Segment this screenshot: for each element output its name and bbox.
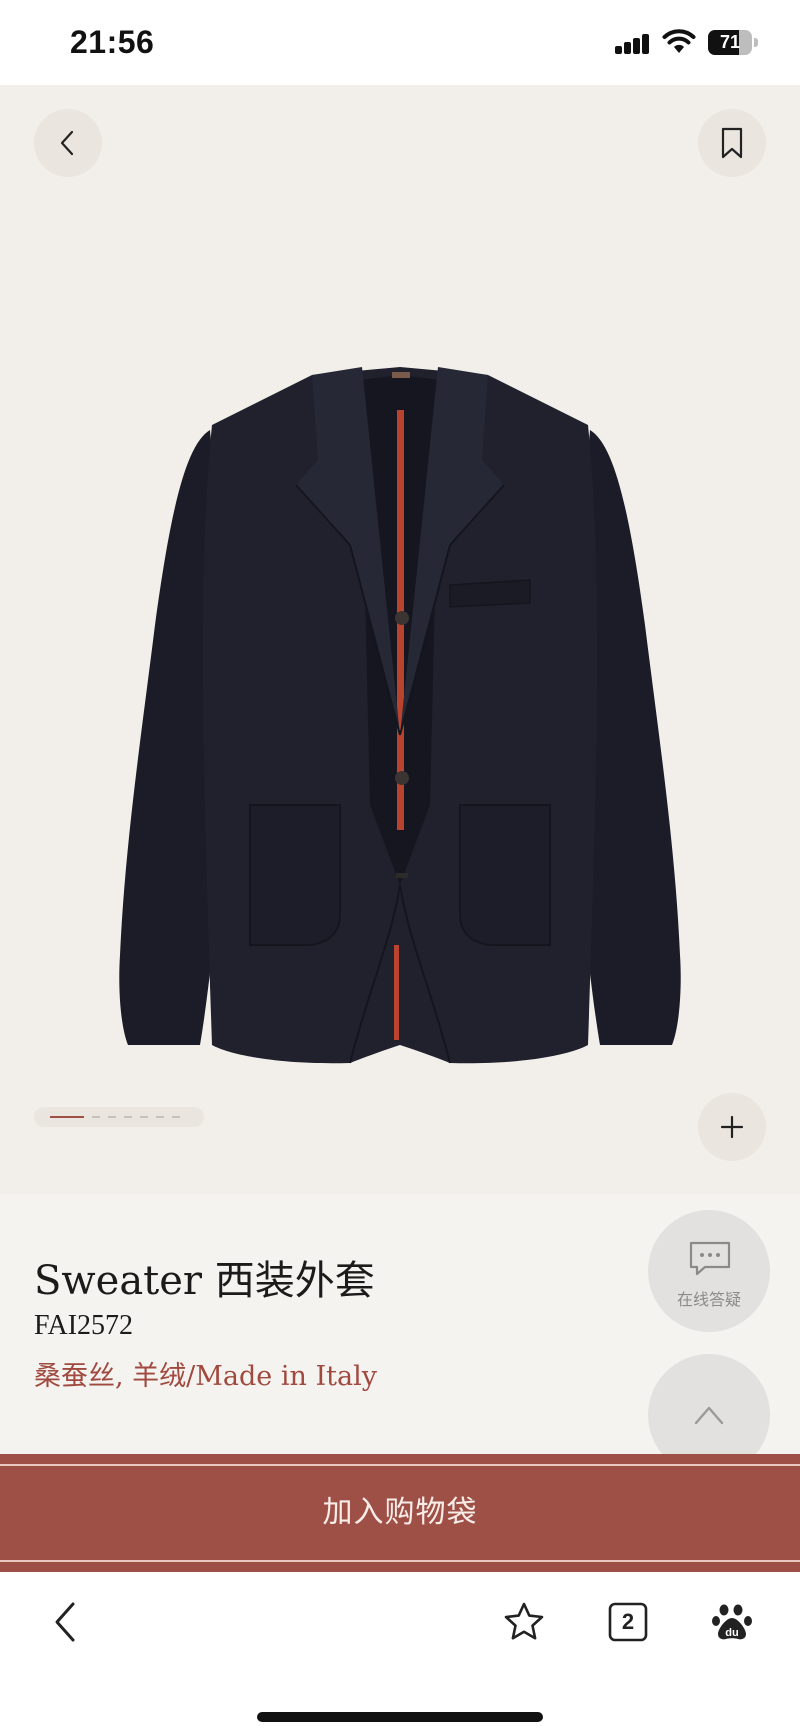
pager-dot[interactable] bbox=[140, 1116, 148, 1118]
online-help-label: 在线答疑 bbox=[676, 1290, 741, 1309]
chevron-left-icon bbox=[55, 1602, 75, 1642]
online-help-button[interactable]: 在线答疑 bbox=[648, 1210, 770, 1332]
pager-dot[interactable] bbox=[172, 1116, 180, 1118]
back-button[interactable] bbox=[34, 109, 102, 177]
product-image-jacket[interactable] bbox=[100, 285, 700, 1075]
pager-dot[interactable] bbox=[92, 1116, 100, 1118]
pager-dot[interactable] bbox=[124, 1116, 132, 1118]
star-icon bbox=[504, 1602, 544, 1640]
image-pager[interactable] bbox=[34, 1107, 204, 1127]
chat-bubble-icon bbox=[689, 1241, 731, 1276]
product-code: FAI2572 bbox=[34, 1310, 134, 1341]
bookmark-icon bbox=[721, 127, 743, 159]
browser-back-button[interactable] bbox=[38, 1594, 94, 1650]
svg-text:du: du bbox=[725, 1627, 738, 1639]
status-bar: 21:56 71 bbox=[0, 0, 800, 85]
wifi-icon bbox=[662, 29, 696, 53]
tab-count: 2 bbox=[621, 1609, 635, 1634]
plus-icon bbox=[720, 1115, 744, 1139]
chevron-left-icon bbox=[60, 130, 74, 156]
product-gallery[interactable] bbox=[0, 85, 800, 1194]
baidu-button[interactable]: du bbox=[704, 1594, 760, 1650]
home-indicator bbox=[257, 1712, 543, 1722]
browser-toolbar: 2 du bbox=[0, 1572, 800, 1732]
baidu-paw-icon: du bbox=[712, 1604, 752, 1640]
pager-dot[interactable] bbox=[108, 1116, 116, 1118]
product-title: Sweater 西装外套 bbox=[34, 1258, 375, 1304]
bookmark-button[interactable] bbox=[698, 109, 766, 177]
battery-level: 71 bbox=[719, 32, 741, 52]
pager-dot-active[interactable] bbox=[50, 1116, 84, 1118]
cellular-signal-icon bbox=[615, 34, 651, 54]
product-material: 桑蚕丝, 羊绒/Made in Italy bbox=[34, 1361, 377, 1392]
favorite-button[interactable] bbox=[496, 1594, 552, 1650]
battery-indicator: 71 bbox=[708, 30, 758, 55]
add-to-bag-button[interactable]: 加入购物袋 bbox=[0, 1454, 800, 1572]
status-time: 21:56 bbox=[70, 24, 155, 60]
zoom-button[interactable] bbox=[698, 1093, 766, 1161]
tabs-button[interactable]: 2 bbox=[600, 1594, 656, 1650]
chevron-up-icon bbox=[694, 1406, 724, 1425]
add-to-bag-label: 加入购物袋 bbox=[322, 1495, 478, 1530]
pager-dot[interactable] bbox=[156, 1116, 164, 1118]
